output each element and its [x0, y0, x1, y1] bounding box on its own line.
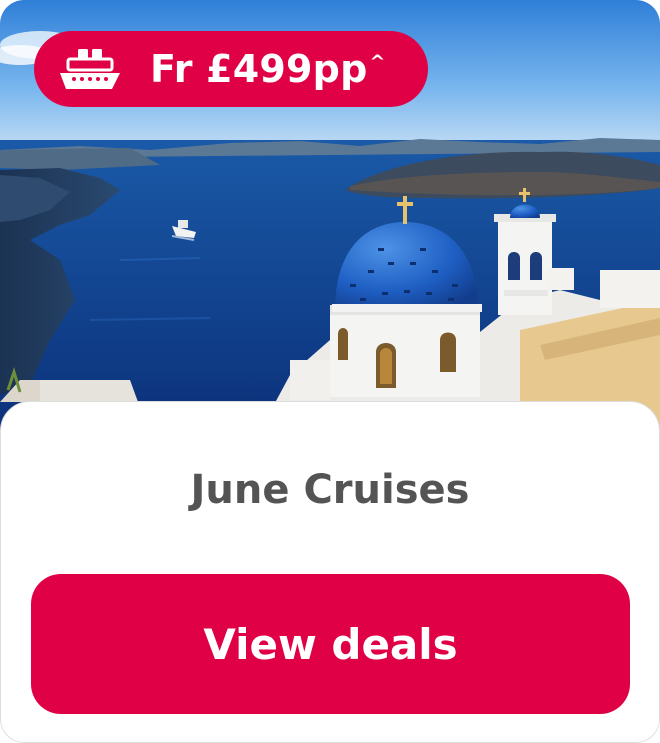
- price-badge: Fr £499pp ^: [34, 31, 428, 107]
- price-label: Fr £499pp ^: [150, 50, 386, 88]
- price-prefix: Fr: [150, 47, 193, 91]
- price-value: £499pp: [206, 47, 368, 91]
- deal-card[interactable]: Fr £499pp ^ June Cruises View deals: [0, 0, 660, 743]
- card-content-panel: June Cruises View deals: [0, 401, 660, 743]
- price-footnote-marker: ^: [369, 51, 386, 73]
- card-title: June Cruises: [190, 467, 470, 513]
- cruise-ship-icon: [58, 47, 122, 91]
- view-deals-button[interactable]: View deals: [31, 574, 630, 714]
